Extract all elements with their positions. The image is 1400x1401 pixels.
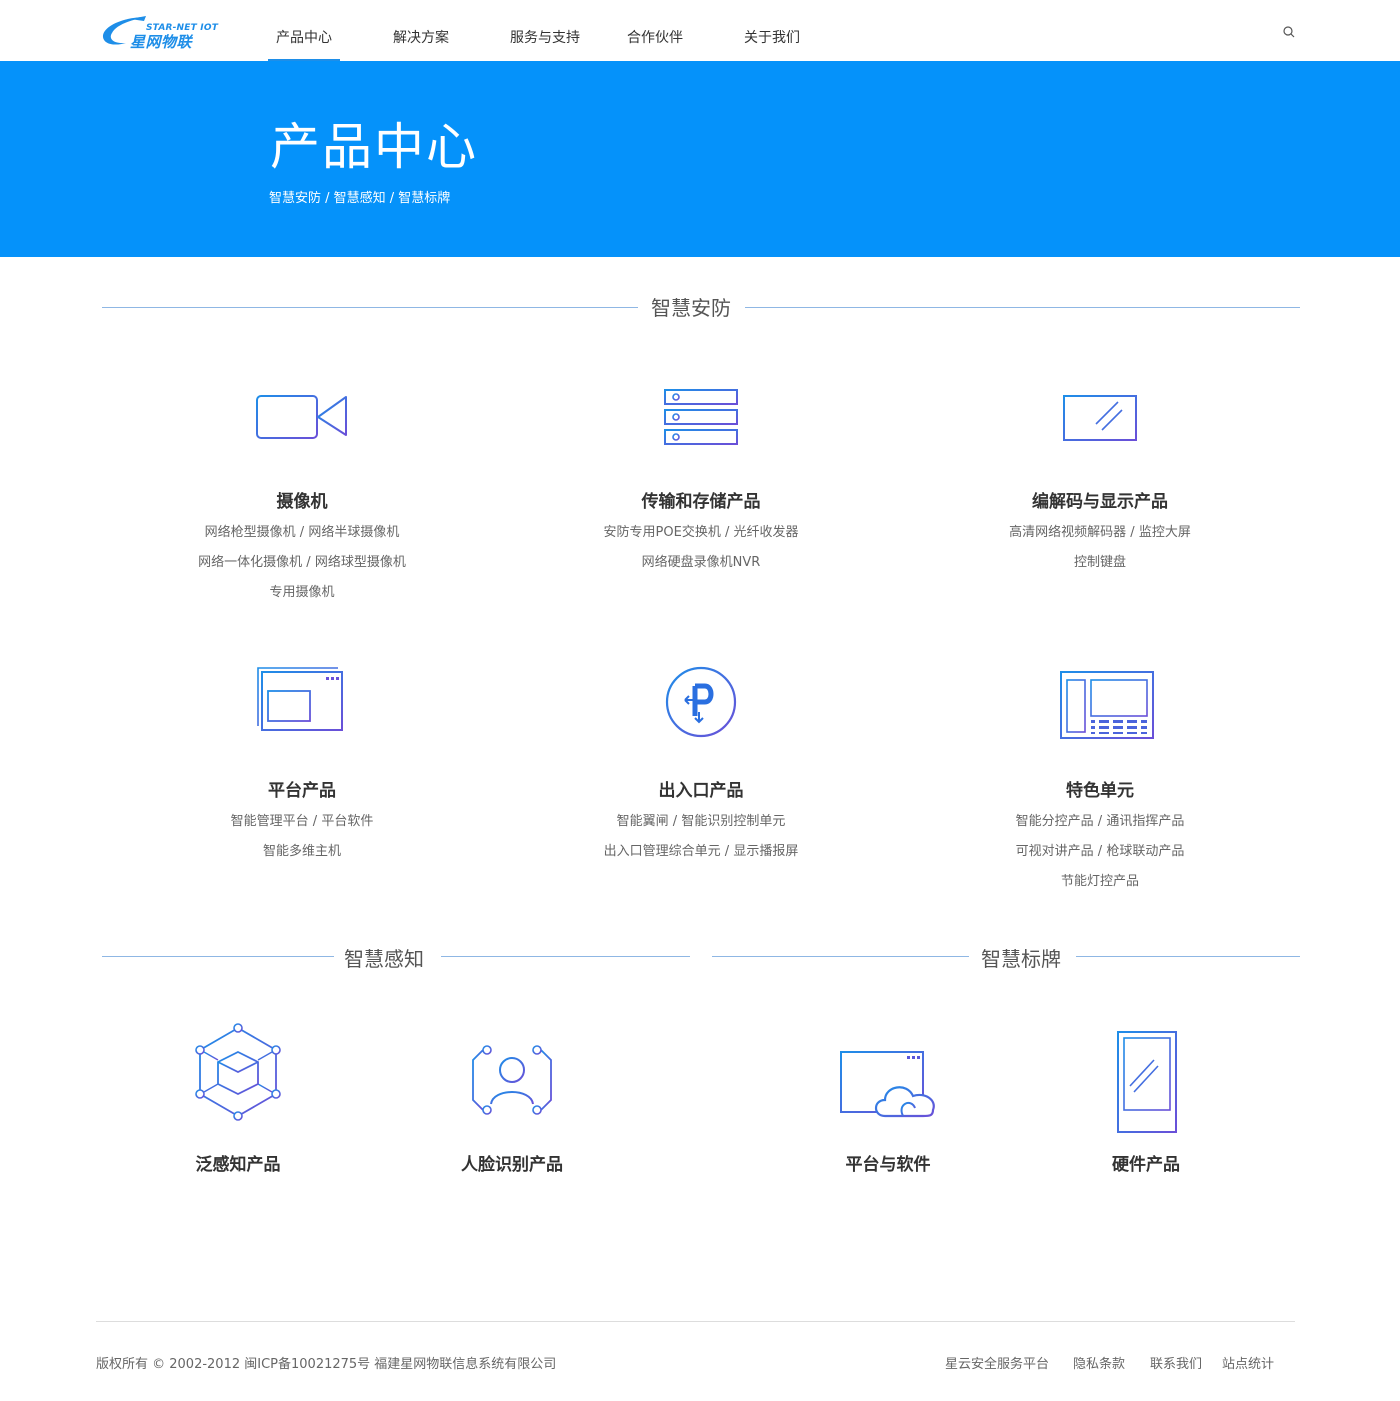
section-divider-left (712, 956, 969, 957)
section-divider-left (102, 956, 334, 957)
section-divider-right (441, 956, 690, 957)
product-title: 编解码与显示产品 (1032, 492, 1168, 512)
footer-link-privacy[interactable]: 隐私条款 (1073, 1353, 1125, 1372)
nav-item-solutions[interactable]: 解决方案 (393, 27, 449, 47)
product-title: 硬件产品 (1112, 1155, 1180, 1175)
signage-display-icon (1117, 1031, 1177, 1137)
product-subline[interactable]: 安防专用POE交换机 / 光纤收发器 (551, 521, 851, 540)
footer-link-contact[interactable]: 联系我们 (1150, 1353, 1202, 1372)
section-divider-left (102, 307, 638, 308)
section-divider-right (745, 307, 1300, 308)
section-title-perception: 智慧感知 (344, 947, 424, 971)
product-subline[interactable]: 网络枪型摄像机 / 网络半球摄像机 (152, 521, 452, 540)
product-title: 人脸识别产品 (461, 1155, 563, 1175)
product-card-platform[interactable]: 平台产品 智能管理平台 / 平台软件 智能多维主机 (152, 660, 452, 880)
product-subline[interactable]: 网络一体化摄像机 / 网络球型摄像机 (152, 551, 452, 570)
product-card-storage[interactable]: 传输和存储产品 安防专用POE交换机 / 光纤收发器 网络硬盘录像机NVR (551, 380, 851, 580)
product-subline[interactable]: 高清网络视频解码器 / 监控大屏 (950, 521, 1250, 540)
platform-window-icon (257, 667, 343, 731)
product-subline[interactable]: 可视对讲产品 / 枪球联动产品 (950, 840, 1250, 859)
product-card-signage-software[interactable]: 平台与软件 (788, 1018, 988, 1178)
site-header: STAR-NET IOT 星网物联 产品中心 解决方案 服务与支持 合作伙伴 关… (0, 0, 1400, 61)
product-title: 平台与软件 (845, 1155, 931, 1175)
product-title: 泛感知产品 (195, 1155, 281, 1175)
hexagon-cube-icon (195, 1023, 281, 1121)
product-subline[interactable]: 出入口管理综合单元 / 显示播报屏 (551, 840, 851, 859)
page-subtitle: 智慧安防 / 智慧感知 / 智慧标牌 (269, 191, 451, 206)
product-subline[interactable]: 智能管理平台 / 平台软件 (152, 810, 452, 829)
product-card-display[interactable]: 编解码与显示产品 高清网络视频解码器 / 监控大屏 控制键盘 (950, 380, 1250, 580)
product-title: 出入口产品 (658, 781, 744, 801)
product-title: 摄像机 (276, 492, 328, 512)
product-subline[interactable]: 节能灯控产品 (950, 870, 1250, 889)
product-card-face-recognition[interactable]: 人脸识别产品 (412, 1018, 612, 1178)
product-subline[interactable]: 智能多维主机 (152, 840, 452, 859)
monitor-icon (1063, 395, 1137, 447)
control-panel-icon (1060, 671, 1154, 739)
product-card-entrance[interactable]: 出入口产品 智能翼闸 / 智能识别控制单元 出入口管理综合单元 / 显示播报屏 (551, 660, 851, 880)
hero-banner: 产品中心 智慧安防 / 智慧感知 / 智慧标牌 (0, 61, 1400, 257)
product-card-camera[interactable]: 摄像机 网络枪型摄像机 / 网络半球摄像机 网络一体化摄像机 / 网络球型摄像机… (152, 380, 452, 610)
product-title: 特色单元 (1066, 781, 1134, 801)
nav-item-partners[interactable]: 合作伙伴 (627, 27, 683, 47)
footer-link-security-platform[interactable]: 星云安全服务平台 (945, 1353, 1049, 1372)
face-recognition-icon (472, 1045, 552, 1115)
product-subline[interactable]: 专用摄像机 (152, 581, 452, 600)
footer-link-stats[interactable]: 站点统计 (1222, 1353, 1274, 1372)
product-title: 平台产品 (268, 781, 336, 801)
section-title-security: 智慧安防 (651, 296, 731, 320)
parking-icon (665, 666, 737, 738)
product-title: 传输和存储产品 (641, 492, 761, 512)
section-divider-right (1076, 956, 1300, 957)
cloud-window-icon (840, 1051, 935, 1118)
nav-item-products[interactable]: 产品中心 (276, 27, 332, 47)
server-rack-icon (664, 389, 738, 445)
section-title-signage: 智慧标牌 (981, 947, 1061, 971)
copyright-text: 版权所有 © 2002-2012 闽ICP备10021275号 福建星网物联信息… (96, 1357, 557, 1372)
footer-divider (96, 1321, 1295, 1322)
product-card-signage-hardware[interactable]: 硬件产品 (1046, 1018, 1246, 1178)
product-subline[interactable]: 智能翼闸 / 智能识别控制单元 (551, 810, 851, 829)
product-card-featured[interactable]: 特色单元 智能分控产品 / 通讯指挥产品 可视对讲产品 / 枪球联动产品 节能灯… (950, 660, 1250, 900)
product-subline[interactable]: 控制键盘 (950, 551, 1250, 570)
logo[interactable]: STAR-NET IOT 星网物联 (100, 13, 218, 51)
nav-item-support[interactable]: 服务与支持 (510, 27, 580, 47)
search-icon[interactable] (1282, 24, 1296, 38)
product-subline[interactable]: 智能分控产品 / 通讯指挥产品 (950, 810, 1250, 829)
nav-item-about[interactable]: 关于我们 (744, 27, 800, 47)
page-title: 产品中心 (270, 118, 478, 176)
logo-name: 星网物联 (130, 33, 193, 51)
product-subline[interactable]: 网络硬盘录像机NVR (551, 551, 851, 570)
product-card-general-perception[interactable]: 泛感知产品 (138, 1018, 338, 1178)
video-camera-icon (256, 395, 347, 439)
